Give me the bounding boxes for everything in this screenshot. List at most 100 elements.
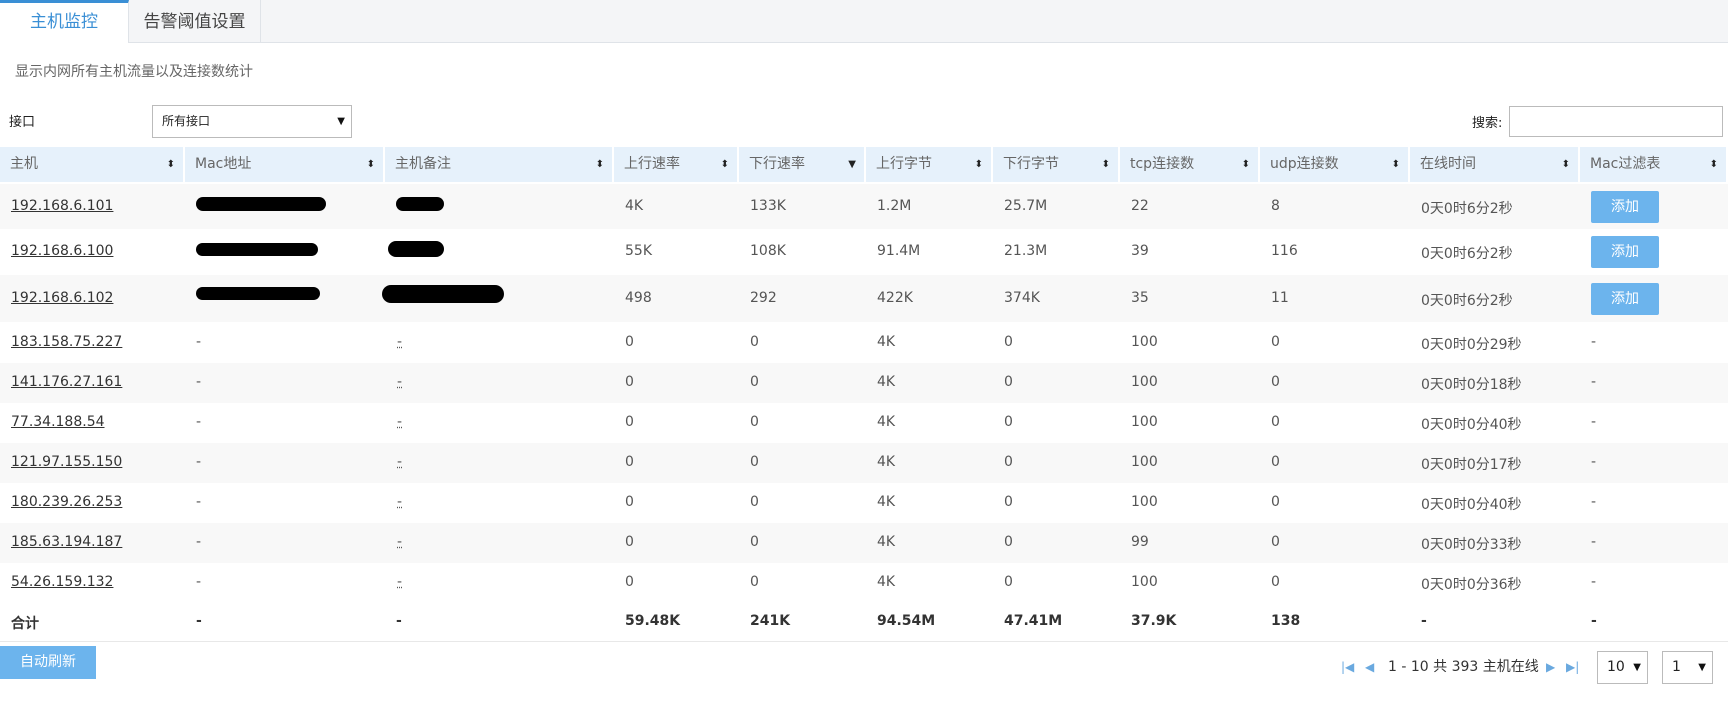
page-size-value: 10 <box>1607 659 1625 675</box>
cell-mac-filter: - <box>1591 414 1597 430</box>
cell-online: 0天0时0分36秒 <box>1421 577 1522 593</box>
cell-up-bytes: 4K <box>877 454 896 470</box>
host-link[interactable]: 183.158.75.227 <box>11 334 122 350</box>
cell-tcp: 35 <box>1131 290 1149 306</box>
host-link[interactable]: 77.34.188.54 <box>11 414 105 430</box>
column-header-mac[interactable]: Mac地址 ⬍ <box>185 147 385 182</box>
add-mac-filter-button[interactable]: 添加 <box>1591 236 1659 268</box>
column-header-label: udp连接数 <box>1270 156 1339 172</box>
total-udp: 138 <box>1271 613 1301 629</box>
table-row: 192.168.6.101 4K 133K 1.2M 25.7M 22 8 0天0时6分2秒 添… <box>0 184 1728 229</box>
cell-online: 0天0时0分18秒 <box>1421 377 1522 393</box>
sort-icon: ⬍ <box>1391 159 1400 170</box>
cell-online: 0天0时0分17秒 <box>1421 457 1522 473</box>
tab-alert-threshold[interactable]: 告警阈值设置 <box>129 0 261 42</box>
prev-page-icon[interactable]: ◀ <box>1365 660 1374 674</box>
cell-up-rate: 0 <box>625 494 634 510</box>
search-input[interactable] <box>1509 106 1723 137</box>
column-header-label: 在线时间 <box>1420 156 1476 172</box>
host-link[interactable]: 121.97.155.150 <box>11 454 122 470</box>
cell-note[interactable]: - <box>397 454 402 470</box>
column-header-note[interactable]: 主机备注 ⬍ <box>385 147 614 182</box>
host-link[interactable]: 180.239.26.253 <box>11 494 122 510</box>
cell-up-rate: 0 <box>625 454 634 470</box>
column-header-online[interactable]: 在线时间 ⬍ <box>1410 147 1580 182</box>
cell-up-bytes: 1.2M <box>877 198 912 214</box>
cell-mac-filter: - <box>1591 534 1597 550</box>
column-header-label: Mac地址 <box>195 156 252 172</box>
cell-udp: 0 <box>1271 574 1280 590</box>
column-header-down-rate[interactable]: 下行速率 ▼ <box>739 147 866 182</box>
cell-up-rate: 498 <box>625 290 652 306</box>
redacted-mac <box>196 243 318 256</box>
cell-udp: 116 <box>1271 243 1298 259</box>
sort-icon: ⬍ <box>1101 159 1110 170</box>
interface-label: 接口 <box>9 115 36 130</box>
column-header-udp[interactable]: udp连接数 ⬍ <box>1260 147 1410 182</box>
host-link[interactable]: 185.63.194.187 <box>11 534 122 550</box>
host-link[interactable]: 192.168.6.102 <box>11 290 113 306</box>
first-page-icon[interactable]: |◀ <box>1341 660 1354 674</box>
cell-down-bytes: 0 <box>1004 334 1013 350</box>
cell-note[interactable]: - <box>397 414 402 430</box>
chevron-down-icon: ▼ <box>1698 662 1706 673</box>
redacted-note <box>388 241 444 257</box>
total-mac: - <box>196 613 202 629</box>
auto-refresh-button[interactable]: 自动刷新 <box>0 646 96 679</box>
cell-up-bytes: 4K <box>877 334 896 350</box>
sort-icon: ⬍ <box>1709 159 1718 170</box>
cell-down-rate: 0 <box>750 534 759 550</box>
host-link[interactable]: 141.176.27.161 <box>11 374 122 390</box>
total-up-bytes: 94.54M <box>877 613 936 629</box>
cell-udp: 0 <box>1271 334 1280 350</box>
table-row: 185.63.194.187 - - 0 0 4K 0 99 0 0天0时0分33秒 - <box>0 523 1728 563</box>
cell-online: 0天0时0分40秒 <box>1421 497 1522 513</box>
next-page-icon[interactable]: ▶ <box>1546 660 1555 674</box>
cell-mac-filter: - <box>1591 454 1597 470</box>
host-link[interactable]: 54.26.159.132 <box>11 574 113 590</box>
column-header-up-rate[interactable]: 上行速率 ⬍ <box>614 147 739 182</box>
page-size-select[interactable]: 10 ▼ <box>1597 651 1648 684</box>
cell-note[interactable]: - <box>397 334 402 350</box>
cell-online: 0天0时0分40秒 <box>1421 417 1522 433</box>
cell-down-rate: 0 <box>750 334 759 350</box>
add-mac-filter-button[interactable]: 添加 <box>1591 191 1659 223</box>
cell-note[interactable]: - <box>397 374 402 390</box>
cell-up-rate: 0 <box>625 574 634 590</box>
host-link[interactable]: 192.168.6.100 <box>11 243 113 259</box>
interface-select[interactable]: 所有接口 ▼ <box>152 105 352 138</box>
cell-down-rate: 0 <box>750 374 759 390</box>
table-row: 180.239.26.253 - - 0 0 4K 0 100 0 0天0时0分40秒 - <box>0 483 1728 523</box>
cell-tcp: 100 <box>1131 414 1158 430</box>
column-header-down-bytes[interactable]: 下行字节 ⬍ <box>993 147 1120 182</box>
cell-mac: - <box>196 334 202 350</box>
last-page-icon[interactable]: ▶| <box>1566 660 1579 674</box>
column-header-mac-filter[interactable]: Mac过滤表 ⬍ <box>1580 147 1728 182</box>
cell-note[interactable]: - <box>397 574 402 590</box>
cell-down-bytes: 0 <box>1004 454 1013 470</box>
table-row: 192.168.6.102 498 292 422K 374K 35 11 0天0时6分2秒 添… <box>0 275 1728 322</box>
cell-note[interactable]: - <box>397 494 402 510</box>
column-header-tcp[interactable]: tcp连接数 ⬍ <box>1120 147 1260 182</box>
page-number-select[interactable]: 1 ▼ <box>1662 651 1713 684</box>
cell-up-bytes: 422K <box>877 290 913 306</box>
host-link[interactable]: 192.168.6.101 <box>11 198 113 214</box>
add-mac-filter-button[interactable]: 添加 <box>1591 283 1659 315</box>
cell-mac-filter: - <box>1591 574 1597 590</box>
cell-down-bytes: 374K <box>1004 290 1040 306</box>
table-row: 183.158.75.227 - - 0 0 4K 0 100 0 0天0时0分29秒 - <box>0 322 1728 363</box>
cell-udp: 0 <box>1271 534 1280 550</box>
search-label: 搜索: <box>1472 116 1503 131</box>
tab-host-monitor[interactable]: 主机监控 <box>0 0 129 43</box>
divider <box>0 641 1728 642</box>
tab-bar: 主机监控 告警阈值设置 <box>0 0 1728 43</box>
cell-udp: 8 <box>1271 198 1280 214</box>
cell-tcp: 100 <box>1131 454 1158 470</box>
sort-icon: ⬍ <box>166 159 175 170</box>
column-header-host[interactable]: 主机 ⬍ <box>0 147 185 182</box>
page-description: 显示内网所有主机流量以及连接数统计 <box>15 64 253 80</box>
column-header-up-bytes[interactable]: 上行字节 ⬍ <box>866 147 993 182</box>
cell-note[interactable]: - <box>397 534 402 550</box>
cell-down-bytes: 25.7M <box>1004 198 1048 214</box>
cell-up-bytes: 4K <box>877 414 896 430</box>
